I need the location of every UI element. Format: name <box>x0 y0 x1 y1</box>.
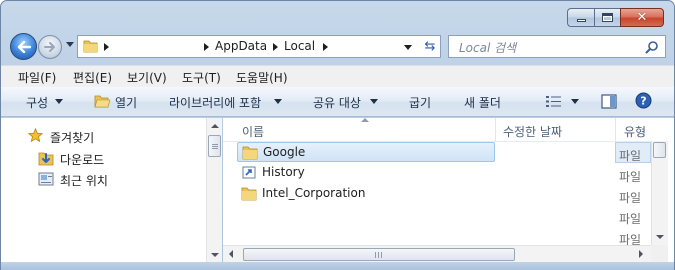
preview-pane-icon[interactable] <box>601 94 617 109</box>
scroll-right-button[interactable] <box>633 246 649 262</box>
search-icon[interactable] <box>645 40 659 54</box>
recent-pages-dropdown[interactable] <box>66 42 74 47</box>
menu-edit[interactable]: 편집(E) <box>73 69 112 86</box>
file-type: 파일 <box>619 212 642 226</box>
new-folder-button[interactable]: 새 폴더 <box>464 94 501 111</box>
include-library-dropdown-icon <box>274 99 282 104</box>
close-icon: ✕ <box>636 10 648 25</box>
list-item-intel-corporation[interactable]: Intel_Corporation <box>237 184 495 204</box>
search-input[interactable]: Local 검색 <box>459 39 516 56</box>
file-name: Intel_Corporation <box>262 186 366 200</box>
sort-ascending-icon <box>361 118 369 122</box>
menu-tools[interactable]: 도구(T) <box>182 69 221 86</box>
scrollbar-corner <box>651 245 668 262</box>
caption-buttons: ✕ <box>567 8 664 27</box>
arrow-up-icon <box>211 124 219 128</box>
column-divider[interactable] <box>495 118 496 142</box>
organize-button[interactable]: 구성 <box>26 94 48 111</box>
address-history-dropdown[interactable] <box>404 45 412 50</box>
menu-bar: 파일(F) 편집(E) 보기(V) 도구(T) 도움말(H) <box>1 65 674 87</box>
breadcrumb-separator[interactable] <box>323 43 328 51</box>
shortcut-icon <box>242 166 256 179</box>
share-with-button[interactable]: 공유 대상 <box>313 94 361 111</box>
folder-icon <box>83 40 98 53</box>
nav-pane-scrollbar[interactable] <box>206 118 222 269</box>
downloads-icon <box>38 152 54 166</box>
breadcrumb-separator[interactable] <box>273 43 278 51</box>
nav-scroll-thumb[interactable] <box>208 135 221 157</box>
arrow-right-icon <box>44 42 55 52</box>
open-folder-icon <box>94 95 111 108</box>
view-options-icon[interactable] <box>545 95 562 108</box>
open-button[interactable]: 열기 <box>115 94 137 111</box>
list-item-history[interactable]: History <box>237 163 495 183</box>
arrow-left-icon <box>229 250 233 258</box>
column-name[interactable]: 이름 <box>242 123 264 140</box>
breadcrumb-local[interactable]: Local <box>284 39 315 53</box>
maximize-icon <box>602 13 613 22</box>
search-box[interactable]: Local 검색 <box>448 35 666 58</box>
file-type: 파일 <box>619 191 642 205</box>
file-name: History <box>262 165 305 179</box>
arrow-left-icon <box>17 40 31 53</box>
refresh-icon[interactable]: ⇆ <box>421 39 439 55</box>
nav-favorites[interactable]: 즐겨찾기 <box>50 129 94 146</box>
arrow-right-icon <box>639 250 643 258</box>
menu-view[interactable]: 보기(V) <box>127 69 167 86</box>
share-dropdown-icon <box>370 99 378 104</box>
nav-scroll-up-button[interactable] <box>207 118 223 134</box>
nav-scroll-down-button[interactable] <box>207 247 223 263</box>
nav-item-recent-places[interactable]: 최근 위치 <box>60 172 108 189</box>
minimize-icon <box>576 19 586 22</box>
vertical-scroll-thumb[interactable] <box>653 142 666 158</box>
minimize-button[interactable] <box>567 8 594 27</box>
recent-places-icon <box>38 172 54 186</box>
maximize-button[interactable] <box>594 8 620 27</box>
navigation-pane: 즐겨찾기 다운로드 최근 위치 <box>1 118 222 269</box>
folder-icon <box>241 187 257 201</box>
organize-dropdown-icon <box>55 99 63 104</box>
file-list-horizontal-scrollbar[interactable] <box>223 245 651 262</box>
column-type[interactable]: 유형 <box>624 123 646 140</box>
folder-icon <box>242 146 258 160</box>
burn-button[interactable]: 굽기 <box>409 94 431 111</box>
close-button[interactable]: ✕ <box>620 8 664 27</box>
arrow-down-icon <box>656 235 664 239</box>
nav-item-downloads[interactable]: 다운로드 <box>60 151 104 168</box>
view-dropdown-icon[interactable] <box>571 99 579 104</box>
file-name: Google <box>263 145 306 159</box>
list-item-google[interactable]: Google <box>237 142 495 162</box>
arrow-down-icon <box>211 253 219 257</box>
help-icon[interactable]: ? <box>635 92 652 109</box>
breadcrumb-separator[interactable] <box>104 43 109 51</box>
scroll-left-button[interactable] <box>223 246 239 262</box>
forward-button[interactable] <box>38 35 62 59</box>
star-icon <box>28 128 43 143</box>
breadcrumb-separator[interactable] <box>204 43 209 51</box>
file-type: 파일 <box>619 170 642 184</box>
address-bar[interactable]: AppData Local ⇆ <box>77 35 441 58</box>
scroll-down-button[interactable] <box>652 229 668 245</box>
column-date-modified[interactable]: 수정한 날짜 <box>503 123 562 140</box>
horizontal-scroll-thumb[interactable] <box>243 248 515 261</box>
back-button[interactable] <box>10 33 37 60</box>
column-divider[interactable] <box>615 118 616 142</box>
column-header-row: 이름 수정한 날짜 유형 <box>223 118 653 142</box>
window-bottom-border <box>1 262 674 270</box>
menu-help[interactable]: 도움말(H) <box>236 69 288 86</box>
breadcrumb-appdata[interactable]: AppData <box>215 39 267 53</box>
menu-file[interactable]: 파일(F) <box>18 69 56 86</box>
include-in-library-button[interactable]: 라이브러리에 포함 <box>169 94 261 111</box>
svg-text:?: ? <box>640 95 646 108</box>
file-type: 파일 <box>619 149 642 163</box>
command-bar: 구성 열기 라이브러리에 포함 공유 대상 굽기 새 폴더 ? <box>1 87 674 117</box>
